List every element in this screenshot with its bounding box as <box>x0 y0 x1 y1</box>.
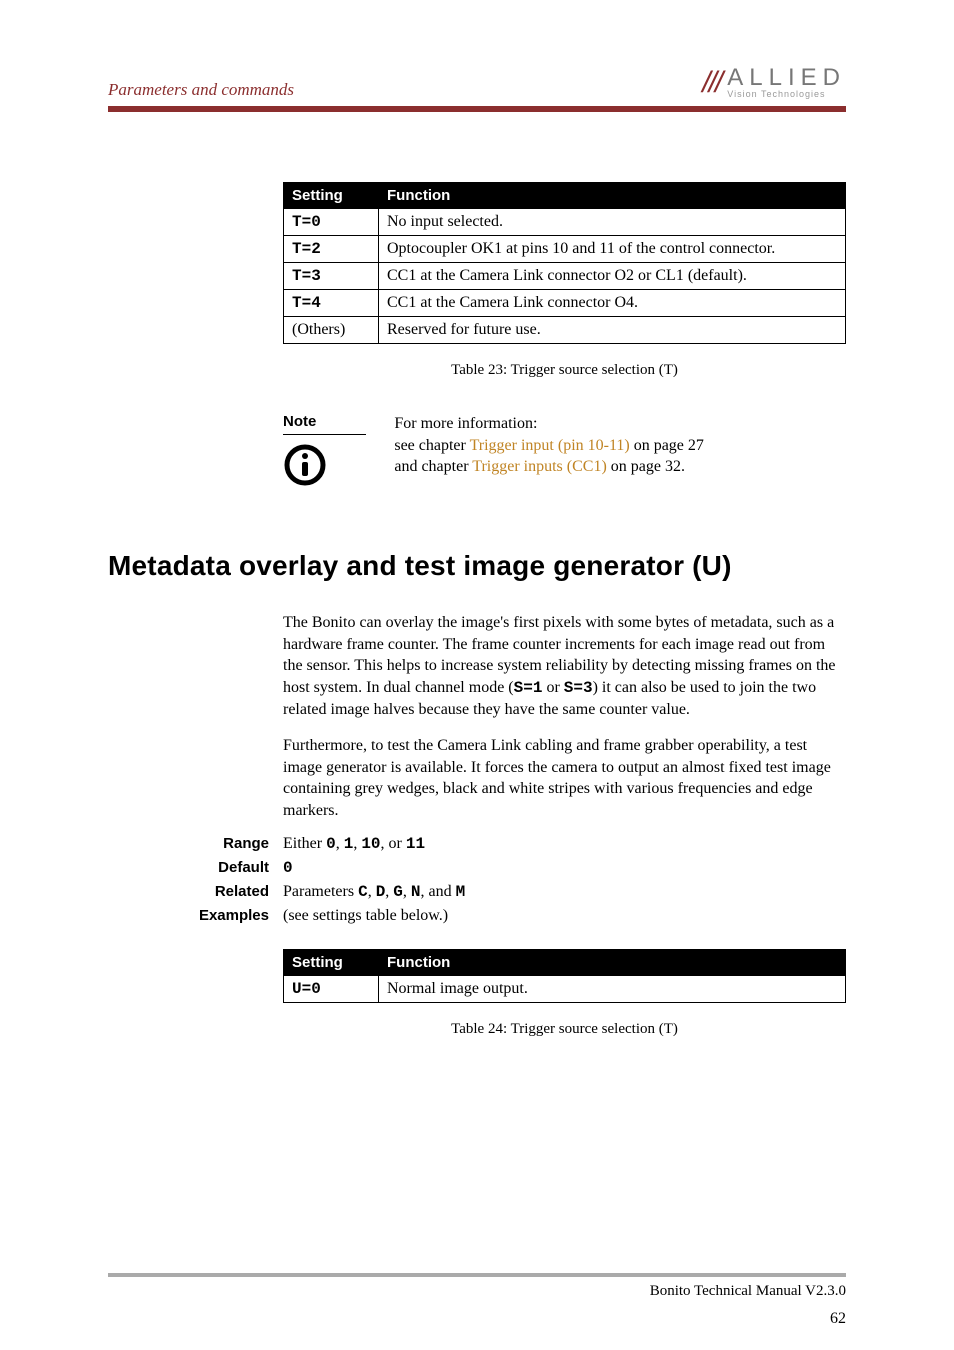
note-block: Note For more information: see chapter T… <box>283 413 846 492</box>
logo-sub-text: Vision Technologies <box>727 90 846 99</box>
table-24-caption: Table 24: Trigger source selection (T) <box>283 1021 846 1038</box>
table-row: T=4CC1 at the Camera Link connector O4. <box>284 290 846 317</box>
footer-manual: Bonito Technical Manual V2.3.0 <box>108 1283 846 1300</box>
paragraph: The Bonito can overlay the image's first… <box>283 612 846 721</box>
kv-examples: Examples (see settings table below.) <box>108 907 846 925</box>
link-trigger-input[interactable]: Trigger input (pin 10-11) <box>470 437 630 454</box>
table-23: Setting Function T=0No input selected. T… <box>283 182 846 344</box>
info-icon <box>283 443 327 492</box>
table-row: (Others)Reserved for future use. <box>284 317 846 344</box>
table-header-setting: Setting <box>284 950 379 976</box>
paragraph: Furthermore, to test the Camera Link cab… <box>283 735 846 821</box>
brand-logo: /// ALLIED Vision Technologies <box>702 66 846 100</box>
table-row: T=3CC1 at the Camera Link connector O2 o… <box>284 263 846 290</box>
section-heading: Metadata overlay and test image generato… <box>108 550 846 582</box>
table-24: Setting Function U=0Normal image output. <box>283 949 846 1003</box>
table-row: U=0Normal image output. <box>284 976 846 1003</box>
header-title: Parameters and commands <box>108 80 294 100</box>
table-row: T=2Optocoupler OK1 at pins 10 and 11 of … <box>284 236 846 263</box>
note-text: For more information: see chapter Trigge… <box>394 413 704 492</box>
kv-default: Default 0 <box>108 859 846 877</box>
footer-rule <box>108 1273 846 1277</box>
logo-main-text: ALLIED <box>727 67 846 90</box>
page-header: Parameters and commands /// ALLIED Visio… <box>108 66 846 100</box>
link-trigger-inputs-cc1[interactable]: Trigger inputs (CC1) <box>472 458 607 475</box>
logo-slashes-icon: /// <box>702 66 721 100</box>
page-number: 62 <box>830 1310 846 1328</box>
note-label: Note <box>283 413 366 435</box>
footer: Bonito Technical Manual V2.3.0 <box>108 1273 846 1300</box>
table-header-function: Function <box>379 183 846 209</box>
table-header-function: Function <box>379 950 846 976</box>
kv-range: Range Either 0, 1, 10, or 11 <box>108 835 846 853</box>
table-row: T=0No input selected. <box>284 209 846 236</box>
kv-related: Related Parameters C, D, G, N, and M <box>108 883 846 901</box>
header-rule <box>108 106 846 112</box>
table-header-setting: Setting <box>284 183 379 209</box>
table-23-caption: Table 23: Trigger source selection (T) <box>283 362 846 379</box>
